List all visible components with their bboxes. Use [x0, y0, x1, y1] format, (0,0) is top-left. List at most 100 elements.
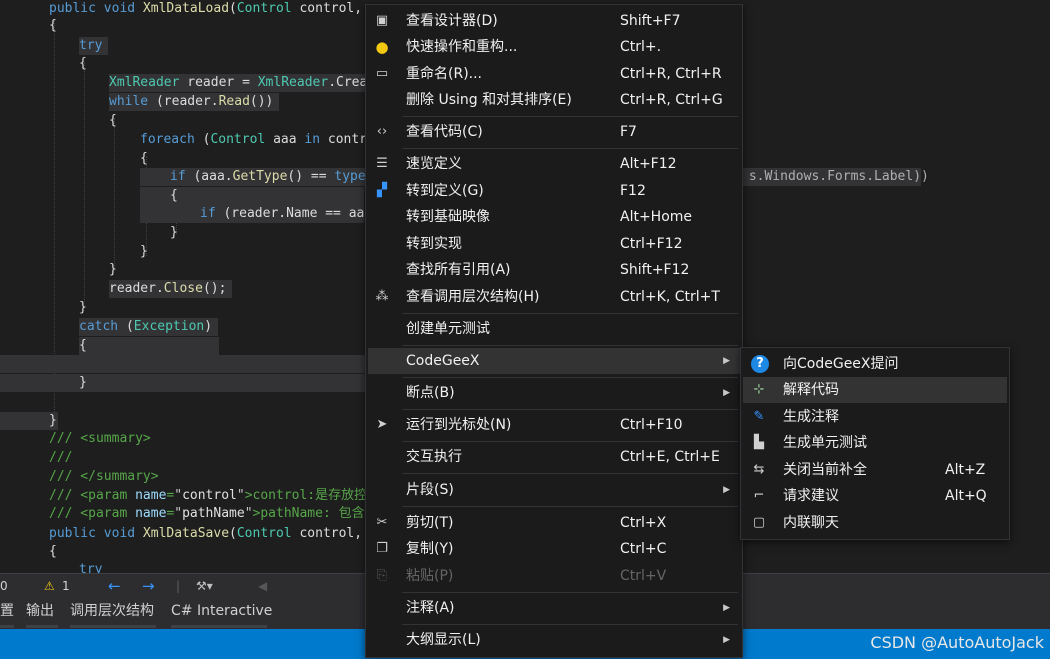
menu-item-shortcut: Alt+Home: [620, 209, 693, 225]
code-line: /// <summary>: [49, 431, 151, 446]
menu-item-label: 创建单元测试: [406, 321, 490, 337]
menu-item-label: 内联聊天: [783, 515, 839, 531]
menu-item-label: 转到定义(G): [406, 183, 484, 199]
context-menu: ▣ 查看设计器(D) Shift+F7 ● 快速操作和重构... Ctrl+. …: [365, 4, 743, 658]
menu-item-comment[interactable]: 注释(A) ▶: [368, 595, 740, 621]
menu-item-codegeex[interactable]: CodeGeeX ▶: [368, 348, 740, 374]
menu-item-label: 重命名(R)...: [406, 66, 483, 82]
scroll-left-icon[interactable]: ◀: [258, 577, 267, 595]
menu-item-create-unit-test[interactable]: 创建单元测试: [368, 316, 740, 342]
menu-item-label: 关闭当前补全: [783, 462, 867, 478]
menu-separator: [402, 313, 738, 314]
brush-icon[interactable]: ⚒▾: [196, 577, 213, 595]
submenu-item-ask-codegeex[interactable]: ? 向CodeGeeX提问: [743, 351, 1007, 377]
submenu-arrow-icon: ▶: [723, 485, 730, 495]
error-count[interactable]: 0: [0, 577, 8, 595]
menu-item-view-code[interactable]: ‹› 查看代码(C) F7: [368, 119, 740, 145]
menu-item-shortcut: Ctrl+F12: [620, 236, 683, 252]
submenu-item-request-suggestion[interactable]: ⌐ 请求建议 Alt+Q: [743, 483, 1007, 509]
unit-test-icon: ▙: [754, 435, 764, 450]
submenu-item-inline-chat[interactable]: ▢ 内联聊天: [743, 510, 1007, 536]
warning-count[interactable]: 1: [62, 577, 70, 595]
menu-item-remove-sort-usings[interactable]: 删除 Using 和对其排序(E) Ctrl+R, Ctrl+G: [368, 87, 740, 113]
menu-item-shortcut: Ctrl+F10: [620, 417, 683, 433]
code-line: }: [140, 244, 148, 259]
menu-item-label: 片段(S): [406, 482, 454, 498]
menu-item-shortcut: Ctrl+R, Ctrl+G: [620, 92, 723, 108]
nav-forward-button[interactable]: →: [142, 577, 155, 595]
menu-item-shortcut: Shift+F7: [620, 13, 681, 29]
submenu-item-generate-comment[interactable]: ✎ 生成注释: [743, 404, 1007, 430]
menu-item-shortcut: Shift+F12: [620, 262, 690, 278]
menu-item-label: 快速操作和重构...: [406, 39, 518, 55]
menu-item-outlining[interactable]: 大纲显示(L) ▶: [368, 627, 740, 653]
code-line: if (aaa.GetType() == type: [140, 168, 372, 186]
menu-item-breakpoint[interactable]: 断点(B) ▶: [368, 380, 740, 406]
menu-item-call-hierarchy[interactable]: ⁂ 查看调用层次结构(H) Ctrl+K, Ctrl+T: [368, 284, 740, 310]
submenu-item-generate-unit-test[interactable]: ▙ 生成单元测试: [743, 430, 1007, 456]
menu-item-copy[interactable]: ❐ 复制(Y) Ctrl+C: [368, 536, 740, 562]
code-line: /// </summary>: [49, 469, 159, 484]
menu-item-interactive-execute[interactable]: 交互执行 Ctrl+E, Ctrl+E: [368, 444, 740, 470]
indent-guide: [114, 118, 115, 268]
menu-separator: [402, 441, 738, 442]
menu-item-run-to-cursor[interactable]: ➤ 运行到光标处(N) Ctrl+F10: [368, 412, 740, 438]
code-line: {: [49, 18, 57, 33]
menu-item-label: 粘贴(P): [406, 568, 454, 584]
code-icon: ‹›: [376, 124, 388, 139]
code-line: foreach (Control aaa in contr: [140, 132, 368, 147]
code-line: if (reader.Name == aa: [140, 205, 364, 223]
menu-item-label: 交互执行: [406, 449, 462, 465]
call-hierarchy-icon: ⁂: [375, 289, 389, 304]
code-line: reader.Close();: [109, 280, 233, 298]
menu-item-find-references[interactable]: 查找所有引用(A) Shift+F12: [368, 257, 740, 283]
indent-guide: [84, 62, 85, 302]
menu-item-label: 生成单元测试: [783, 435, 867, 451]
menu-item-label: 查看设计器(D): [406, 13, 498, 29]
code-line: while (reader.Read()): [109, 93, 280, 111]
menu-item-shortcut: Ctrl+E, Ctrl+E: [620, 449, 720, 465]
menu-item-label: 断点(B): [406, 385, 455, 401]
menu-item-peek-definition[interactable]: ☰ 速览定义 Alt+F12: [368, 151, 740, 177]
menu-item-label: 转到实现: [406, 236, 462, 252]
menu-item-shortcut: Ctrl+C: [620, 541, 667, 557]
code-line: ///: [49, 450, 73, 465]
code-line: /// <param name="control">control:是存放控: [49, 488, 368, 503]
menu-item-rename[interactable]: ▭ 重命名(R)... Ctrl+R, Ctrl+R: [368, 61, 740, 87]
code-line: try: [79, 562, 103, 573]
code-line: }: [79, 300, 87, 315]
menu-item-shortcut: F12: [620, 183, 646, 199]
goto-definition-icon: ▞: [377, 183, 387, 198]
menu-separator: [402, 624, 738, 625]
menu-item-label: 运行到光标处(N): [406, 417, 512, 433]
code-line: /// <param name="pathName">pathName: 包含: [49, 506, 365, 521]
submenu-item-close-completion[interactable]: ⇆ 关闭当前补全 Alt+Z: [743, 457, 1007, 483]
menu-item-label: 查找所有引用(A): [406, 262, 511, 278]
menu-item-goto-definition[interactable]: ▞ 转到定义(G) F12: [368, 178, 740, 204]
menu-item-label: 注释(A): [406, 600, 455, 616]
menu-item-label: 转到基础映像: [406, 209, 490, 225]
menu-separator: [402, 592, 738, 593]
menu-item-goto-base[interactable]: 转到基础映像 Alt+Home: [368, 204, 740, 230]
menu-item-label: 查看调用层次结构(H): [406, 289, 540, 305]
menu-item-cut[interactable]: ✂ 剪切(T) Ctrl+X: [368, 510, 740, 536]
menu-item-quick-actions[interactable]: ● 快速操作和重构... Ctrl+.: [368, 34, 740, 60]
copy-icon: ❐: [376, 541, 388, 556]
menu-item-goto-implementation[interactable]: 转到实现 Ctrl+F12: [368, 231, 740, 257]
menu-item-shortcut: Ctrl+R, Ctrl+R: [620, 66, 722, 82]
menu-item-view-designer[interactable]: ▣ 查看设计器(D) Shift+F7: [368, 8, 740, 34]
menu-item-shortcut: Ctrl+X: [620, 515, 667, 531]
menu-item-snippet[interactable]: 片段(S) ▶: [368, 477, 740, 503]
submenu-item-explain-code[interactable]: ⊹ 解释代码: [743, 377, 1007, 403]
code-line: catch (Exception): [79, 318, 219, 336]
menu-separator: [402, 148, 738, 149]
nav-back-button[interactable]: ←: [108, 577, 121, 595]
menu-item-paste[interactable]: ⎘ 粘贴(P) Ctrl+V: [368, 563, 740, 589]
menu-separator: [402, 116, 738, 117]
code-line: {: [49, 544, 57, 559]
paste-icon: ⎘: [376, 568, 388, 583]
code-line: XmlReader reader = XmlReader.Crea: [109, 74, 374, 92]
code-line: try: [79, 37, 109, 55]
warning-icon: ⚠: [44, 579, 55, 593]
designer-icon: ▣: [375, 13, 389, 28]
